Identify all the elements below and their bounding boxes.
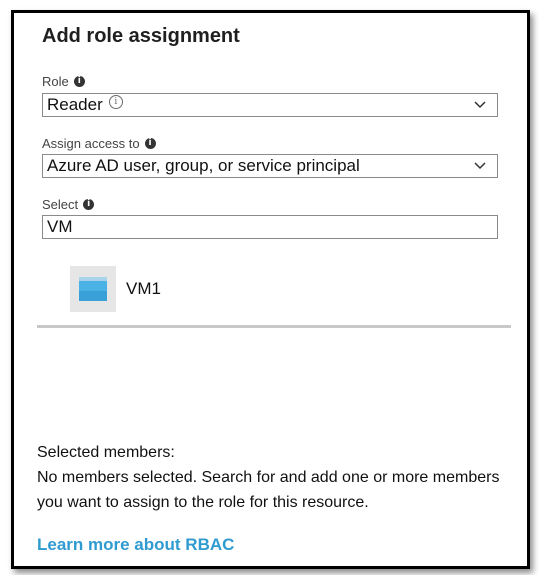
selected-members-heading: Selected members: bbox=[37, 444, 175, 461]
role-dropdown[interactable]: Reader i bbox=[42, 93, 498, 117]
info-icon[interactable]: i bbox=[83, 199, 95, 210]
select-label: Select bbox=[42, 197, 79, 212]
search-result-item[interactable]: VM1 bbox=[70, 266, 161, 312]
search-result-label: VM1 bbox=[126, 279, 161, 298]
assign-access-value: Azure AD user, group, or service princip… bbox=[47, 156, 360, 175]
selected-members-message: No members selected. Search for and add … bbox=[37, 469, 500, 511]
chevron-down-icon bbox=[474, 162, 486, 170]
info-icon[interactable]: i bbox=[144, 138, 156, 149]
assign-access-dropdown[interactable]: Azure AD user, group, or service princip… bbox=[42, 154, 498, 178]
info-icon[interactable]: i bbox=[73, 76, 85, 87]
select-label-group: Select i bbox=[42, 197, 95, 212]
chevron-down-icon bbox=[474, 101, 486, 109]
role-label: Role bbox=[42, 74, 69, 89]
info-outline-icon[interactable]: i bbox=[108, 95, 123, 109]
assign-access-label-group: Assign access to i bbox=[42, 136, 156, 151]
assign-access-label: Assign access to bbox=[42, 136, 140, 151]
select-search-input[interactable]: VM bbox=[42, 215, 498, 239]
panel-title: Add role assignment bbox=[42, 25, 240, 47]
learn-more-rbac-link[interactable]: Learn more about RBAC bbox=[37, 535, 234, 555]
selected-members-section: Selected members: No members selected. S… bbox=[37, 440, 507, 515]
role-label-group: Role i bbox=[42, 74, 85, 89]
role-value: Reader bbox=[47, 95, 103, 114]
virtual-machine-icon bbox=[70, 266, 116, 312]
results-divider bbox=[37, 325, 511, 328]
select-search-value: VM bbox=[47, 217, 73, 236]
